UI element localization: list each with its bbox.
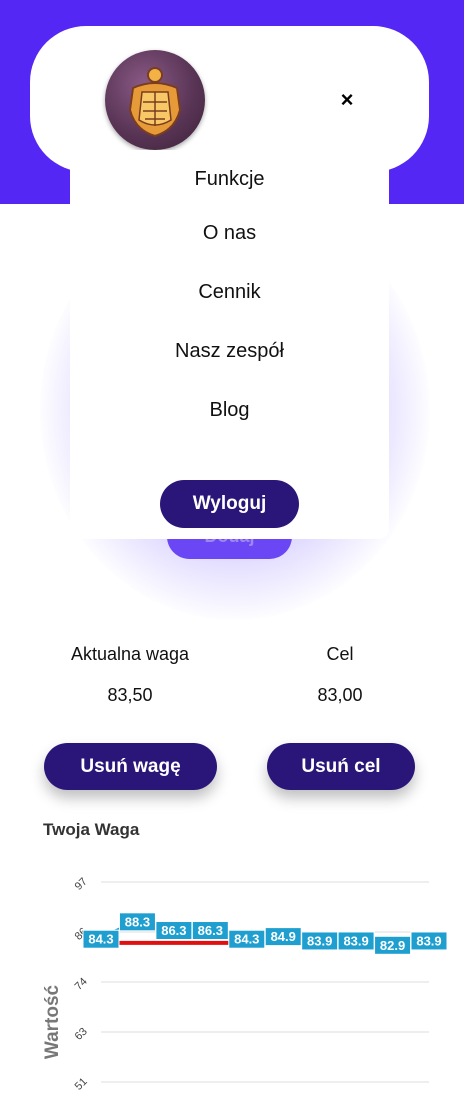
goal-value: 83,00 — [317, 685, 363, 705]
menu-item-nasz-zespol[interactable]: Nasz zespół — [70, 340, 389, 363]
menu-item-funkcje[interactable]: Funkcje — [70, 168, 389, 191]
current-weight-label: Aktualna waga — [70, 644, 190, 664]
data-label: 84.3 — [234, 932, 259, 947]
y-tick-label: 74 — [73, 976, 90, 993]
current-weight-value: 83,50 — [107, 685, 153, 705]
y-tick-label: 51 — [73, 1076, 90, 1093]
menu-item-blog[interactable]: Blog — [70, 399, 389, 422]
data-label: 88.3 — [125, 914, 150, 929]
data-label: 83.9 — [416, 933, 441, 948]
data-label: 84.3 — [88, 932, 113, 947]
muscle-torso-icon — [128, 67, 182, 138]
data-label: 83.9 — [343, 933, 368, 948]
chart-title: Twoja Waga — [43, 820, 140, 839]
remove-weight-button[interactable]: Usuń wagę — [44, 743, 217, 790]
nav-menu: Funkcje O nas Cennik Nasz zespół Blog Wy… — [70, 150, 389, 539]
close-icon[interactable]: × — [333, 86, 361, 114]
goal-label: Cel — [326, 644, 354, 664]
data-label: 84.9 — [271, 929, 296, 944]
y-axis-label: Wartość — [42, 984, 63, 1059]
logout-button[interactable]: Wyloguj — [160, 480, 299, 528]
y-tick-label: 63 — [73, 1026, 90, 1043]
app-logo[interactable] — [105, 50, 205, 150]
weight-chart: 9786746351Wartość84.388.386.3 86.384.3 84.… — [42, 876, 448, 1093]
menu-item-cennik[interactable]: Cennik — [70, 281, 389, 304]
data-label: 82.9 — [380, 938, 405, 953]
data-label: 86.3 — [161, 923, 186, 938]
menu-item-o-nas[interactable]: O nas — [70, 222, 389, 245]
y-tick-label: 97 — [73, 876, 90, 893]
data-label: 86.3 — [198, 923, 223, 938]
remove-goal-button[interactable]: Usuń cel — [267, 743, 415, 790]
data-label: 83.9 — [307, 933, 332, 948]
